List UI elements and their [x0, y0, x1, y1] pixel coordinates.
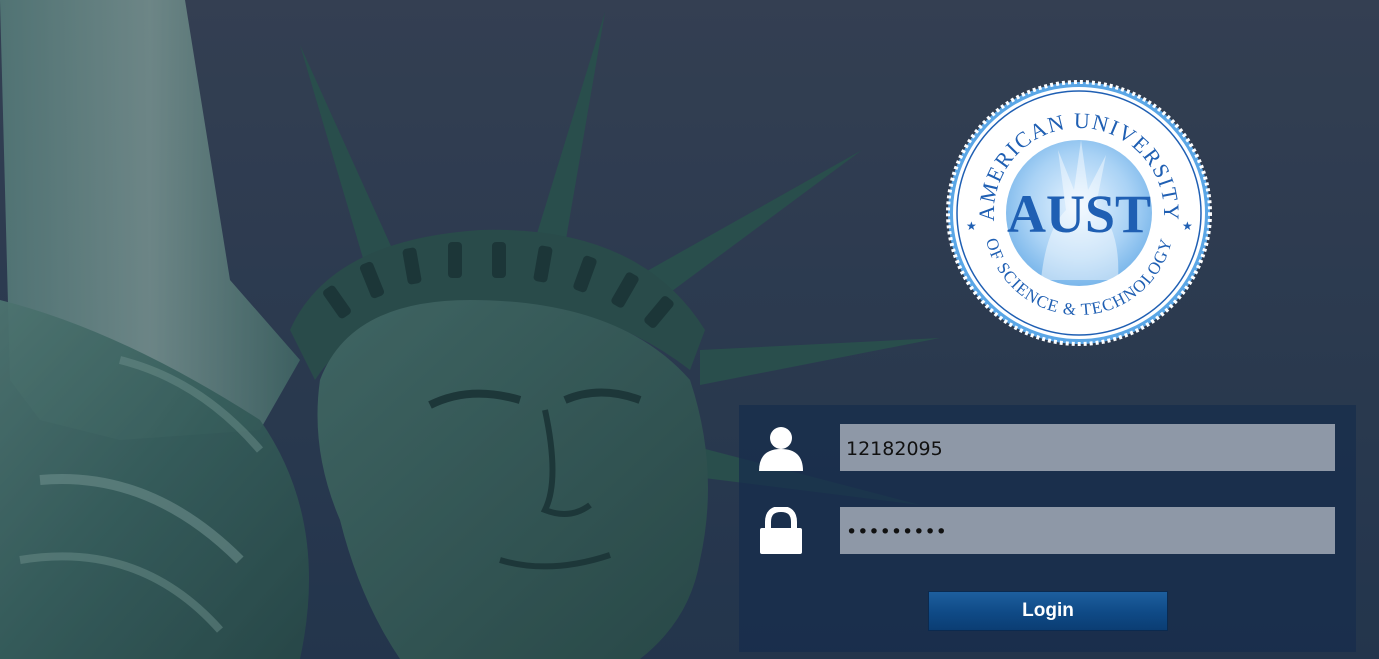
username-row	[739, 424, 1356, 471]
university-logo: AMERICAN UNIVERSITY OF SCIENCE & TECHNOL…	[946, 80, 1212, 346]
username-input[interactable]	[840, 424, 1335, 471]
login-panel: Login	[739, 405, 1356, 652]
login-screen: AMERICAN UNIVERSITY OF SCIENCE & TECHNOL…	[0, 0, 1379, 659]
password-input[interactable]	[840, 507, 1335, 554]
svg-text:★: ★	[1182, 219, 1193, 233]
password-row	[739, 505, 1356, 554]
lock-icon	[757, 505, 805, 554]
login-button[interactable]: Login	[928, 591, 1168, 631]
user-icon	[757, 424, 805, 471]
logo-center-text: AUST	[1007, 184, 1151, 244]
svg-text:★: ★	[966, 219, 977, 233]
